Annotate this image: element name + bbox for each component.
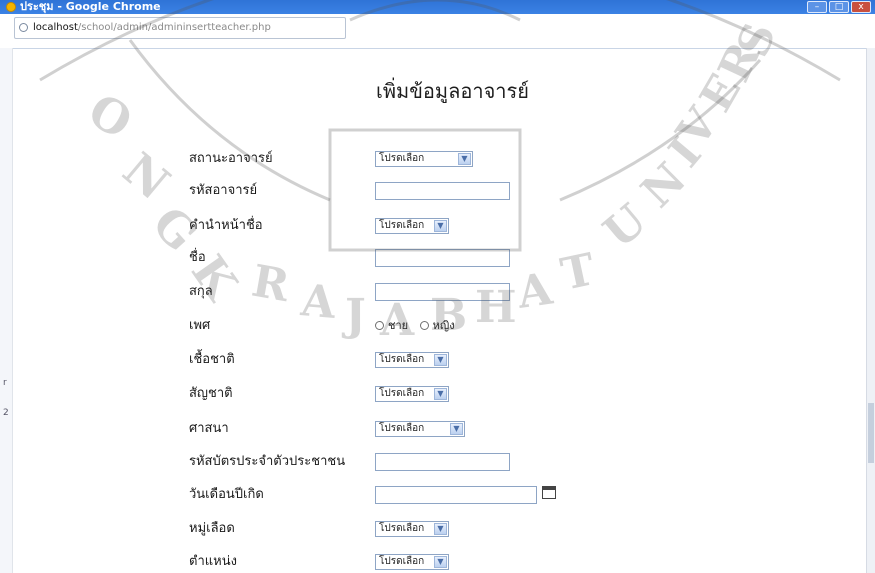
minimize-button[interactable]: – (807, 1, 827, 13)
svg-text:A: A (298, 275, 338, 329)
row-status: สถานะอาจารย์ โปรดเลือก ▼ (189, 148, 473, 170)
svg-text:T: T (557, 244, 600, 301)
chevron-down-icon: ▼ (458, 153, 471, 165)
scrollbar-thumb[interactable] (868, 403, 874, 463)
url-text: localhost/school/admin/admininsertteache… (33, 22, 271, 33)
chevron-down-icon: ▼ (434, 220, 447, 232)
chrome-icon (6, 2, 16, 12)
teacher-id-label: รหัสอาจารย์ (189, 183, 258, 198)
blood-group-select[interactable]: โปรดเลือก ▼ (375, 521, 449, 537)
position-label: ตำแหน่ง (189, 554, 237, 569)
url-field[interactable]: localhost/school/admin/admininsertteache… (14, 17, 346, 39)
row-nationality: สัญชาติ โปรดเลือก ▼ (189, 383, 449, 405)
chevron-down-icon: ▼ (434, 523, 447, 535)
svg-text:A: A (513, 264, 556, 320)
svg-text:J: J (341, 290, 366, 341)
svg-text:N: N (113, 142, 180, 210)
status-label: สถานะอาจารย์ (189, 151, 273, 166)
chevron-down-icon: ▼ (434, 556, 447, 568)
gender-male-radio[interactable] (375, 321, 384, 330)
citizen-id-input[interactable] (375, 453, 510, 471)
nationality-select[interactable]: โปรดเลือก ▼ (375, 386, 449, 402)
svg-text:U: U (594, 195, 656, 259)
vertical-scrollbar[interactable] (866, 48, 875, 573)
calendar-icon[interactable] (542, 486, 556, 499)
address-bar: localhost/school/admin/admininsertteache… (0, 14, 875, 49)
close-button[interactable]: x (851, 1, 871, 13)
gender-radio-group: ชาย หญิง (375, 317, 463, 335)
position-select[interactable]: โปรดเลือก ▼ (375, 554, 449, 570)
religion-label: ศาสนา (189, 421, 229, 436)
row-race: เชื้อชาติ โปรดเลือก ▼ (189, 349, 449, 371)
race-select[interactable]: โปรดเลือก ▼ (375, 352, 449, 368)
window-title: ประชุม - Google Chrome (20, 0, 161, 13)
blood-group-label: หมู่เลือด (189, 521, 235, 536)
prefix-select[interactable]: โปรดเลือก ▼ (375, 218, 449, 234)
row-position: ตำแหน่ง โปรดเลือก ▼ (189, 551, 449, 573)
prefix-label: คำนำหน้าชื่อ (189, 218, 263, 233)
window-controls: – □ x (807, 1, 871, 13)
last-name-label: สกุล (189, 284, 213, 299)
row-prefix: คำนำหน้าชื่อ โปรดเลือก ▼ (189, 215, 449, 237)
last-name-input[interactable] (375, 283, 510, 301)
svg-text:N: N (632, 153, 697, 218)
chevron-down-icon: ▼ (434, 388, 447, 400)
birthdate-label: วันเดือนปีเกิด (189, 487, 264, 502)
first-name-input[interactable] (375, 249, 510, 267)
row-blood-group: หมู่เลือด โปรดเลือก ▼ (189, 518, 449, 540)
birthdate-input[interactable] (375, 486, 537, 504)
religion-select[interactable]: โปรดเลือก ▼ (375, 421, 465, 437)
teacher-id-input[interactable] (375, 182, 510, 200)
citizen-id-label: รหัสบัตรประจำตัวประชาชน (189, 454, 346, 469)
chevron-down-icon: ▼ (434, 354, 447, 366)
svg-text:R: R (248, 256, 293, 313)
race-label: เชื้อชาติ (189, 352, 235, 367)
first-name-label: ชื่อ (189, 250, 206, 265)
svg-text:V: V (667, 98, 729, 157)
status-select[interactable]: โปรดเลือก ▼ (375, 151, 473, 167)
nationality-label: สัญชาติ (189, 386, 233, 401)
svg-text:I: I (659, 129, 711, 178)
maximize-button[interactable]: □ (829, 1, 849, 13)
page-title: เพิ่มข้อมูลอาจารย์ (376, 79, 529, 103)
gender-female-radio[interactable] (419, 321, 429, 330)
window-titlebar: ประชุม - Google Chrome – □ x (0, 0, 875, 14)
gender-label: เพศ (189, 318, 211, 333)
background-window-edge: r 2 (0, 48, 13, 573)
globe-icon (19, 23, 28, 32)
row-religion: ศาสนา โปรดเลือก ▼ (189, 418, 465, 440)
chevron-down-icon: ▼ (450, 423, 463, 435)
